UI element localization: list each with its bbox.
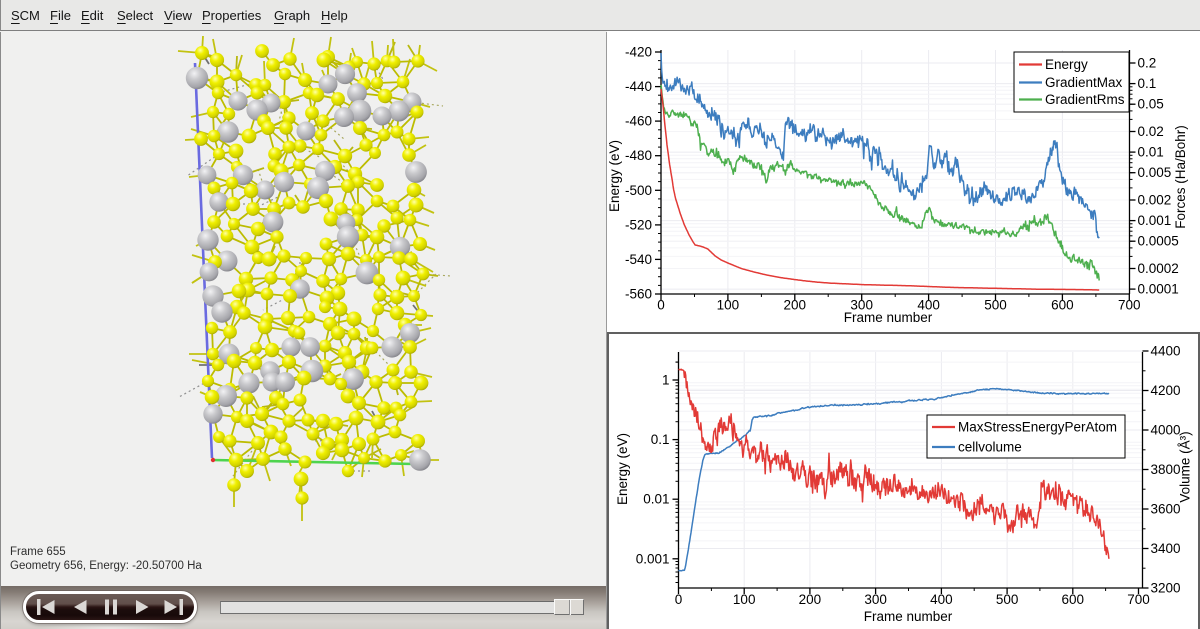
svg-text:600: 600: [1062, 592, 1085, 607]
svg-text:200: 200: [784, 298, 807, 313]
svg-text:0.0005: 0.0005: [1138, 234, 1179, 249]
svg-text:100: 100: [733, 592, 756, 607]
svg-text:-420: -420: [625, 45, 652, 60]
svg-text:200: 200: [799, 592, 822, 607]
svg-text:-540: -540: [625, 252, 652, 267]
svg-text:Forces (Ha/Bohr): Forces (Ha/Bohr): [1173, 125, 1188, 229]
svg-text:0.1: 0.1: [651, 432, 670, 447]
svg-text:700: 700: [1127, 592, 1150, 607]
svg-text:4200: 4200: [1151, 383, 1181, 398]
svg-text:700: 700: [1118, 298, 1141, 313]
svg-text:0.005: 0.005: [1138, 165, 1172, 180]
svg-text:500: 500: [996, 592, 1019, 607]
svg-text:500: 500: [984, 298, 1007, 313]
svg-text:3800: 3800: [1151, 462, 1181, 477]
svg-text:0: 0: [675, 592, 683, 607]
svg-text:0.01: 0.01: [1138, 145, 1164, 160]
svg-text:100: 100: [717, 298, 740, 313]
svg-text:3200: 3200: [1151, 581, 1181, 596]
svg-text:cellvolume: cellvolume: [958, 440, 1022, 455]
svg-text:3600: 3600: [1151, 502, 1181, 517]
svg-text:MaxStressEnergyPerAtom: MaxStressEnergyPerAtom: [958, 420, 1117, 435]
svg-text:Energy (eV): Energy (eV): [607, 140, 622, 212]
svg-text:1: 1: [662, 373, 670, 388]
svg-text:4000: 4000: [1151, 423, 1181, 438]
svg-text:-520: -520: [625, 217, 652, 232]
svg-text:-480: -480: [625, 148, 652, 163]
svg-text:-560: -560: [625, 287, 652, 302]
svg-text:0.0001: 0.0001: [1138, 282, 1179, 297]
svg-text:3400: 3400: [1151, 541, 1181, 556]
svg-text:Energy: Energy: [1045, 57, 1088, 72]
svg-text:300: 300: [864, 592, 887, 607]
svg-text:4400: 4400: [1151, 344, 1181, 359]
svg-text:0.001: 0.001: [636, 551, 670, 566]
svg-text:Energy (eV): Energy (eV): [615, 433, 630, 505]
svg-text:0.1: 0.1: [1138, 76, 1157, 91]
svg-text:400: 400: [930, 592, 953, 607]
svg-text:0.2: 0.2: [1138, 56, 1157, 71]
svg-text:-440: -440: [625, 79, 652, 94]
svg-text:0.05: 0.05: [1138, 97, 1164, 112]
svg-text:Volume (Å³): Volume (Å³): [1178, 431, 1193, 502]
svg-text:Frame number: Frame number: [844, 310, 933, 325]
svg-text:0.01: 0.01: [643, 492, 669, 507]
svg-text:0.02: 0.02: [1138, 124, 1164, 139]
svg-text:0.0002: 0.0002: [1138, 261, 1179, 276]
svg-text:600: 600: [1051, 298, 1074, 313]
svg-text:Frame number: Frame number: [864, 609, 953, 624]
svg-text:0: 0: [657, 298, 665, 313]
svg-text:0.001: 0.001: [1138, 213, 1172, 228]
svg-text:-500: -500: [625, 183, 652, 198]
svg-text:GradientMax: GradientMax: [1045, 75, 1123, 90]
svg-text:GradientRms: GradientRms: [1045, 92, 1125, 107]
svg-text:-460: -460: [625, 114, 652, 129]
svg-text:0.002: 0.002: [1138, 193, 1172, 208]
